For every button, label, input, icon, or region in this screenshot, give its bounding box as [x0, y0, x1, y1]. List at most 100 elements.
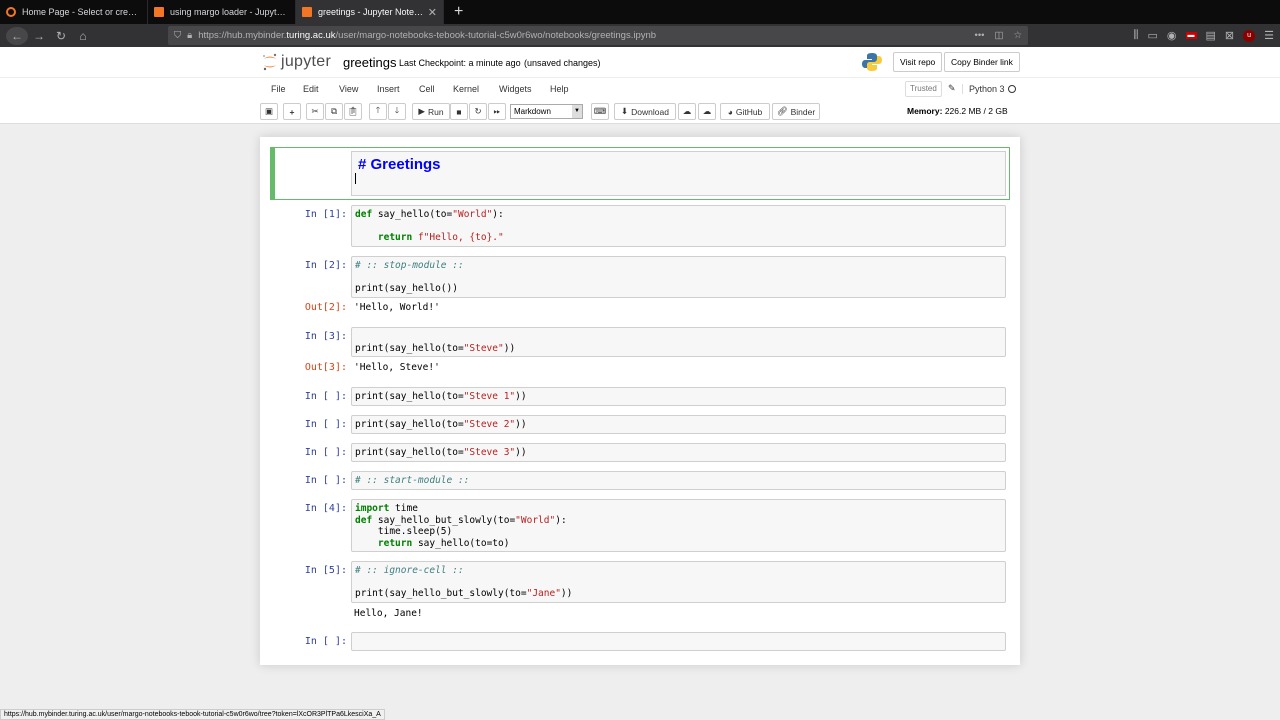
code-token: )) — [515, 391, 527, 402]
output-prompt: Out[2]: — [304, 302, 347, 313]
bookmark-star-icon[interactable]: ☆ — [1013, 30, 1022, 41]
save-icon[interactable]: ▣ — [260, 103, 278, 120]
forward-icon[interactable]: → — [28, 29, 50, 43]
code-comment: # :: stop-module :: — [355, 260, 464, 271]
code-editor[interactable]: import time def say_hello_but_slowly(to=… — [351, 499, 1006, 552]
notebook-toolbar: ▣ + ✂ ⧉ 📋︎ 🡑 🡓 ▶ Run ■ ↻ ⏩︎ Markdown ▼ ⌨ … — [0, 100, 1280, 124]
markdown-cell-selected[interactable]: # Greetings — [270, 147, 1010, 200]
code-token: def — [355, 514, 373, 526]
trusted-badge[interactable]: Trusted — [905, 81, 942, 97]
reload-icon[interactable]: ↻ — [50, 29, 72, 43]
download-button[interactable]: ⬇ Download — [614, 103, 676, 120]
link-status-bar: https://hub.mybinder.turing.ac.uk/user/m… — [0, 709, 385, 720]
jupyter-logo-text: jupyter — [281, 53, 332, 70]
url-domain: turing.ac.uk — [286, 30, 336, 41]
menu-insert[interactable]: Insert — [377, 84, 400, 94]
code-editor[interactable] — [351, 632, 1006, 651]
library-icon[interactable]: ⫼ — [1133, 29, 1138, 42]
code-token: "Jane" — [526, 588, 561, 599]
cloud-upload-icon[interactable]: ☁ — [678, 103, 696, 120]
sidebar-icon[interactable]: ▭ — [1147, 29, 1157, 42]
menu-file[interactable]: File — [271, 84, 286, 94]
move-down-icon[interactable]: 🡓 — [388, 103, 406, 120]
input-prompt: In [ ]: — [304, 636, 347, 647]
restart-icon[interactable]: ↻ — [469, 103, 487, 120]
browser-tab-bar: Home Page - Select or create a using mar… — [0, 0, 1280, 24]
download-icon: ⬇ — [621, 106, 629, 116]
home-icon[interactable]: ⌂ — [72, 29, 94, 43]
code-editor[interactable]: print(say_hello(to="Steve 2")) — [351, 415, 1006, 434]
copy-binder-link-button[interactable]: Copy Binder link — [944, 52, 1020, 72]
ublock-icon[interactable]: u — [1243, 29, 1256, 42]
tab-title: greetings - Jupyter Notebook — [318, 7, 424, 17]
more-actions-icon[interactable]: ••• — [975, 30, 985, 41]
memory-value: 226.2 MB / 2 GB — [944, 106, 1008, 116]
binder-button[interactable]: 🔗︎ Binder — [772, 103, 820, 120]
menu-kernel[interactable]: Kernel — [453, 84, 479, 94]
run-button[interactable]: ▶ Run — [412, 103, 450, 120]
code-comment: # :: ignore-cell :: — [355, 565, 464, 576]
code-token: )) — [503, 342, 516, 354]
extension-red-icon[interactable]: ▬ — [1185, 32, 1197, 39]
code-token: say_hello(to=to) — [412, 537, 510, 549]
menu-hamburger-icon[interactable]: ☰ — [1264, 29, 1274, 42]
code-editor[interactable]: print(say_hello(to="Steve 3")) — [351, 443, 1006, 462]
download-label: Download — [631, 106, 669, 117]
cell-output: 'Hello, World!' — [354, 302, 440, 313]
pocket-icon[interactable]: ◫ — [994, 30, 1003, 41]
code-token: "World" — [515, 514, 556, 526]
jupyter-logo[interactable]: jupyter — [262, 53, 331, 71]
cell-type-select[interactable]: Markdown ▼ — [510, 104, 583, 119]
account-icon[interactable]: ◉ — [1167, 29, 1177, 42]
menu-cell[interactable]: Cell — [419, 84, 435, 94]
menu-widgets[interactable]: Widgets — [499, 84, 532, 94]
code-token: "World" — [452, 209, 493, 220]
code-editor[interactable]: # :: ignore-cell :: print(say_hello_but_… — [351, 561, 1006, 603]
code-editor[interactable]: print(say_hello(to="Steve")) — [351, 327, 1006, 357]
code-token: print(say_hello(to= — [355, 342, 464, 354]
edit-pencil-icon[interactable]: ✎ — [948, 83, 956, 94]
text-cursor — [355, 173, 356, 184]
menu-edit[interactable]: Edit — [303, 84, 319, 94]
menu-help[interactable]: Help — [550, 84, 569, 94]
close-tab-icon[interactable]: ✕ — [428, 6, 437, 19]
paste-icon[interactable]: 📋︎ — [344, 103, 362, 120]
markdown-editor[interactable]: # Greetings — [351, 151, 1006, 196]
keyboard-icon[interactable]: ⌨ — [591, 103, 609, 120]
code-editor[interactable]: # :: start-module :: — [351, 471, 1006, 490]
chevron-down-icon: ▼ — [572, 105, 582, 118]
code-token: ): — [492, 209, 504, 220]
browser-tab-greetings[interactable]: greetings - Jupyter Notebook ✕ — [296, 0, 444, 24]
back-icon[interactable]: ← — [6, 26, 28, 45]
code-editor[interactable]: def say_hello(to="World"): return f"Hell… — [351, 205, 1006, 247]
menu-view[interactable]: View — [339, 84, 358, 94]
browser-tab-margo-loader[interactable]: using margo loader - Jupyter N — [148, 0, 296, 24]
browser-tab-home[interactable]: Home Page - Select or create a — [0, 0, 148, 24]
extension-x-icon[interactable]: ⊠ — [1225, 29, 1234, 42]
extension-icon[interactable]: ▤ — [1206, 29, 1216, 42]
cut-icon[interactable]: ✂ — [306, 103, 324, 120]
code-editor[interactable]: print(say_hello(to="Steve 1")) — [351, 387, 1006, 406]
shield-icon: ⛉ — [174, 30, 182, 41]
input-prompt: In [2]: — [304, 260, 347, 271]
code-token: return — [377, 537, 413, 549]
code-line: time.sleep(5) — [355, 526, 453, 537]
stop-icon[interactable]: ■ — [450, 103, 468, 120]
move-up-icon[interactable]: 🡑 — [369, 103, 387, 120]
insert-cell-icon[interactable]: + — [283, 103, 301, 120]
address-bar[interactable]: ⛉ 🔒︎ https://hub.mybinder. turing.ac.uk/u… — [168, 26, 1028, 45]
cell-type-value: Markdown — [514, 107, 551, 116]
code-token: print(say_hello(to= — [355, 391, 464, 402]
code-editor[interactable]: # :: stop-module :: print(say_hello()) — [351, 256, 1006, 298]
input-prompt: In [ ]: — [304, 419, 347, 430]
fast-forward-icon[interactable]: ⏩︎ — [488, 103, 506, 120]
cloud-download-icon[interactable]: ☁ — [698, 103, 716, 120]
github-button[interactable]: ◕ GitHub — [720, 103, 770, 120]
new-tab-button[interactable]: + — [444, 0, 473, 24]
notebook-name[interactable]: greetings — [343, 55, 396, 70]
browser-nav-bar: ← → ↻ ⌂ ⛉ 🔒︎ https://hub.mybinder. turing… — [0, 24, 1280, 47]
visit-repo-button[interactable]: Visit repo — [893, 52, 943, 72]
python-logo-icon — [862, 53, 882, 71]
copy-icon[interactable]: ⧉ — [325, 103, 343, 120]
